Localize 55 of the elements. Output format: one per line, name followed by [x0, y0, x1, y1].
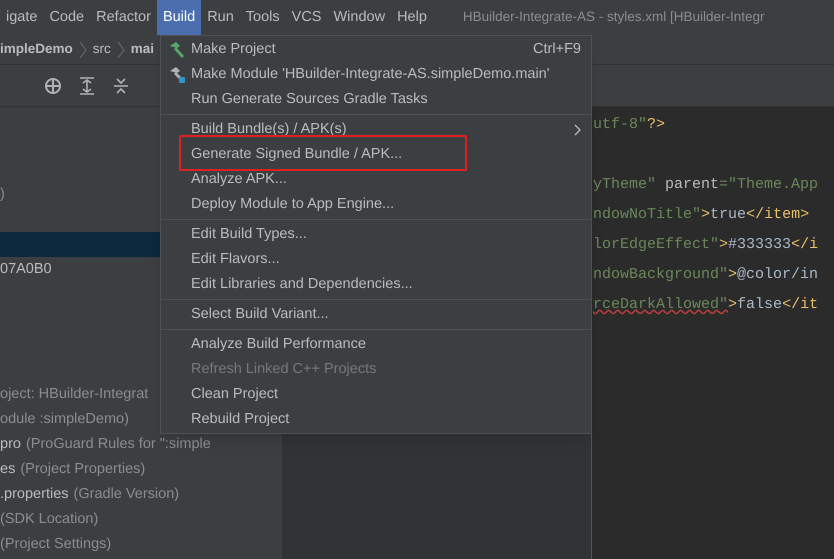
- menu-entry[interactable]: Deploy Module to App Engine...: [191, 197, 394, 212]
- code-line: ndowBackground">@color/in: [593, 264, 818, 285]
- code-line: yTheme" parent="Theme.App: [593, 174, 818, 195]
- tree-row[interactable]: pro (ProGuard Rules for ":simple: [0, 432, 282, 457]
- breadcrumb-item[interactable]: mai: [130, 39, 154, 60]
- breadcrumb-item[interactable]: src: [92, 39, 111, 60]
- menu-entry[interactable]: Generate Signed Bundle / APK...: [191, 147, 402, 162]
- hammer-icon: [168, 40, 186, 58]
- menu-entry[interactable]: Analyze APK...: [191, 172, 287, 187]
- menu-item[interactable]: igate: [0, 0, 44, 35]
- file-detail: (Project Properties): [20, 460, 146, 479]
- chevron-icon: [116, 40, 125, 60]
- file-detail: (Gradle Version): [74, 484, 180, 504]
- tree-row[interactable]: es (Project Properties): [0, 457, 282, 482]
- menu-entry[interactable]: Rebuild Project: [191, 412, 290, 427]
- file-name: .properties: [0, 484, 69, 504]
- tree-row[interactable]: (SDK Location): [0, 507, 282, 532]
- menu-item[interactable]: Code: [43, 0, 90, 35]
- menu-entry[interactable]: Run Generate Sources Gradle Tasks: [191, 92, 428, 107]
- file-detail: (Project Settings): [0, 534, 112, 554]
- file-detail: ): [0, 184, 5, 204]
- tree-row[interactable]: .properties (Gradle Version): [0, 482, 282, 507]
- file-detail: (ProGuard Rules for ":simple: [26, 434, 211, 454]
- chevron-icon: [78, 40, 87, 60]
- expand-all-icon[interactable]: [78, 76, 96, 94]
- shortcut-text: Ctrl+F9: [533, 40, 581, 59]
- menu-item[interactable]: Help: [391, 0, 433, 35]
- code-line: lorEdgeEffect">#333333</i: [593, 234, 818, 255]
- crosshair-icon[interactable]: [44, 76, 62, 94]
- file-detail: (SDK Location): [0, 510, 98, 529]
- window-title: HBuilder-Integrate-AS - styles.xml [HBuilder-Integr: [462, 8, 764, 26]
- menu-item[interactable]: Refactor: [90, 0, 157, 35]
- menu-entry[interactable]: Edit Flavors...: [191, 252, 280, 267]
- menu-item[interactable]: VCS: [286, 0, 328, 35]
- menu-item[interactable]: Run: [201, 0, 240, 35]
- menu-entry[interactable]: Edit Libraries and Dependencies...: [191, 277, 413, 292]
- code-line: ndowNoTitle">true</item>: [593, 204, 810, 225]
- menu-item[interactable]: Tools: [240, 0, 286, 35]
- menu-item[interactable]: Build: [156, 0, 202, 35]
- collapse-all-icon[interactable]: [112, 76, 130, 94]
- menu-entry[interactable]: Edit Build Types...: [191, 227, 307, 242]
- menu-entry[interactable]: Build Bundle(s) / APK(s): [191, 122, 347, 137]
- tree-row[interactable]: (Project Settings): [0, 532, 282, 557]
- breadcrumb-item[interactable]: impleDemo: [0, 39, 73, 60]
- file-name: es: [0, 460, 16, 479]
- menu-entry[interactable]: Make Module 'HBuilder-Integrate-AS.simpleDemo.main': [191, 67, 550, 82]
- code-line: utf-8"?>: [593, 114, 666, 135]
- menu-entry[interactable]: Analyze Build Performance: [191, 337, 366, 352]
- menu-entry[interactable]: Make Project: [191, 42, 276, 57]
- menu-item[interactable]: Window: [327, 0, 392, 35]
- menu-entry[interactable]: Select Build Variant...: [191, 307, 329, 322]
- menu-entry[interactable]: Clean Project: [191, 387, 278, 402]
- hammer-icon: [168, 66, 186, 84]
- file-name: pro: [0, 434, 21, 454]
- code-line: rceDarkAllowed">false</it: [593, 294, 818, 315]
